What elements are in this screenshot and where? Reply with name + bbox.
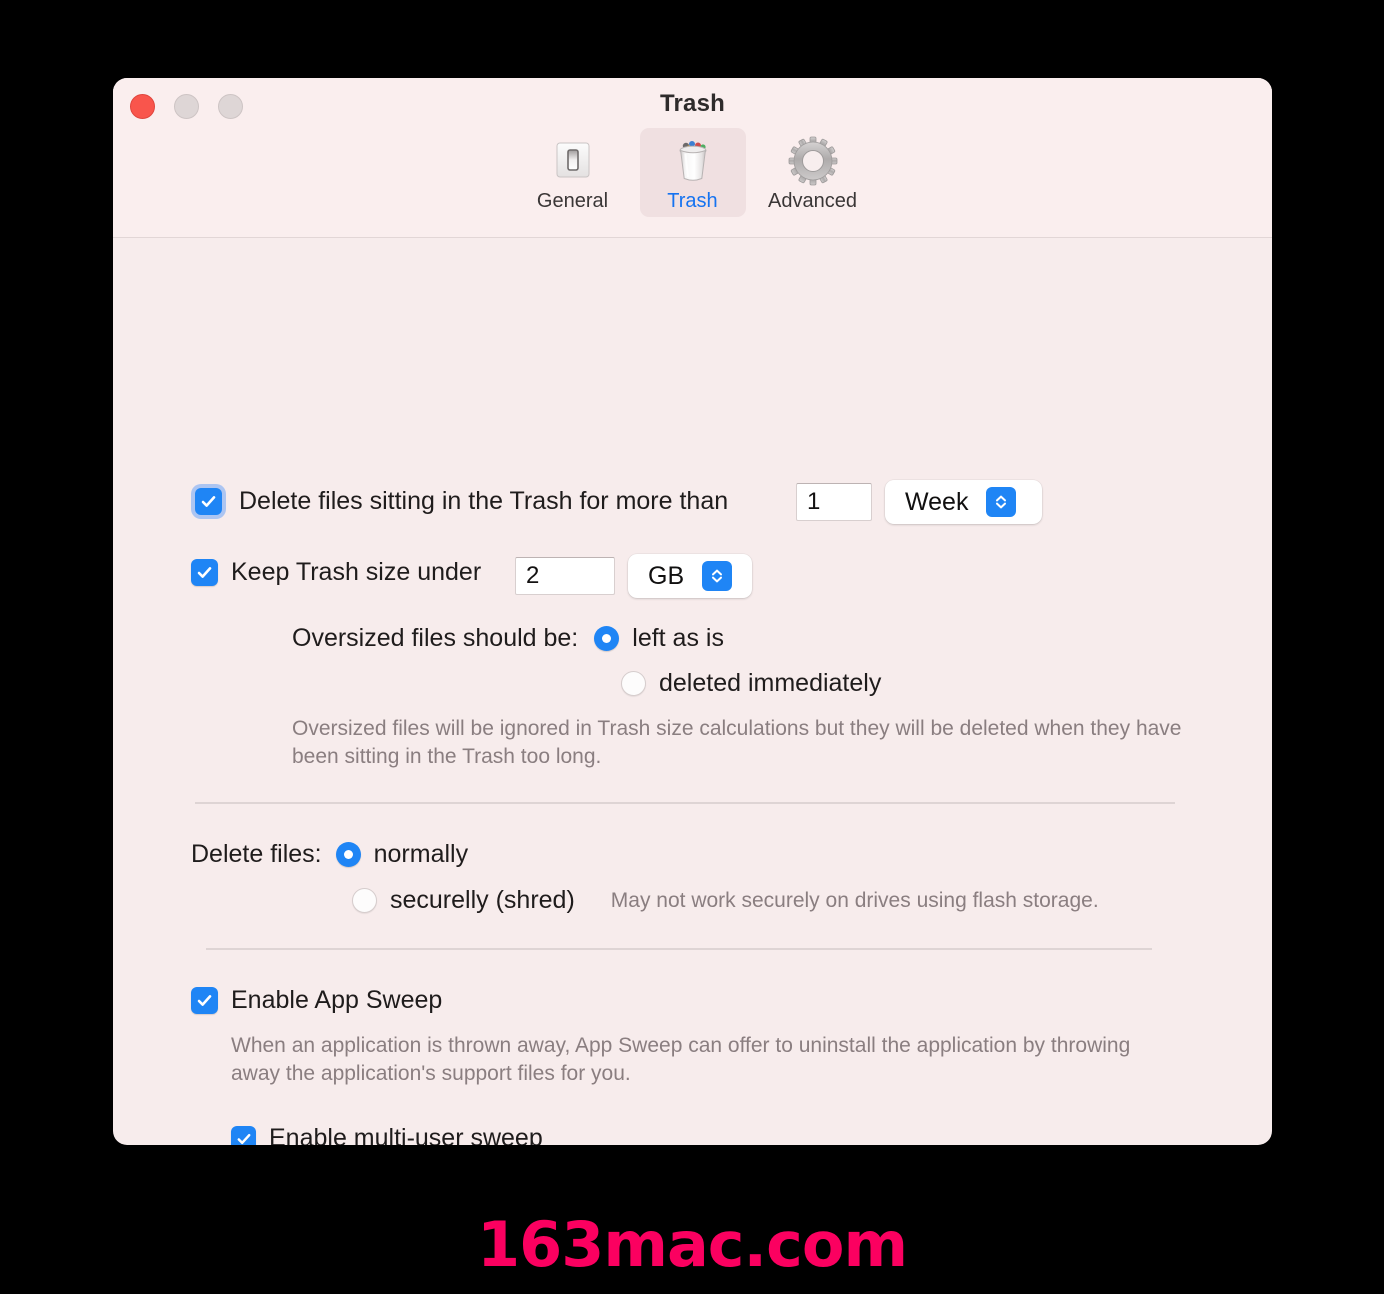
- chevron-up-down-icon: [702, 561, 733, 591]
- delete-mode-option-label: normally: [373, 840, 469, 868]
- toolbar-item-label: Trash: [667, 190, 718, 212]
- delete-mode-row-2: securelly (shred) May not work securely …: [352, 886, 1099, 915]
- section-separator-1: [195, 802, 1175, 804]
- preferences-content: Delete files sitting in the Trash for mo…: [113, 238, 1272, 1145]
- delete-mode-note: May not work securely on drives using fl…: [610, 888, 1099, 912]
- oversized-help-text: Oversized files will be ignored in Trash…: [292, 717, 1182, 769]
- preferences-window: Trash General Trash Advanced Delete file…: [113, 78, 1272, 1145]
- toolbar-item-trash[interactable]: Trash: [639, 128, 746, 217]
- chevron-up-down-icon: [986, 487, 1017, 517]
- section-separator-2: [206, 948, 1152, 950]
- trash-icon: [667, 135, 719, 187]
- delete-after-row: Delete files sitting in the Trash for mo…: [191, 484, 728, 519]
- delete-after-unit-value: Week: [905, 487, 969, 516]
- trash-size-unit-popup[interactable]: GB: [628, 554, 752, 598]
- multi-user-sweep-label: Enable multi-user sweep: [269, 1124, 543, 1145]
- delete-mode-option-label: securelly (shred): [390, 886, 575, 914]
- app-sweep-row: Enable App Sweep: [191, 986, 442, 1015]
- delete-after-checkbox-focus-ring: [191, 484, 226, 519]
- oversized-row-2: deleted immediately: [621, 669, 881, 698]
- delete-after-amount-input[interactable]: 1: [796, 483, 872, 521]
- trash-size-checkbox[interactable]: [191, 559, 218, 586]
- toolbar-item-label: Advanced: [768, 190, 857, 212]
- oversized-row-1: Oversized files should be: left as is: [292, 624, 724, 653]
- trash-size-unit-value: GB: [648, 561, 685, 590]
- window-titlebar: Trash General Trash Advanced: [113, 78, 1272, 238]
- oversized-radio-deleted-immediately[interactable]: [621, 671, 646, 696]
- toolbar-item-label: General: [536, 190, 609, 212]
- toolbar-item-advanced[interactable]: Advanced: [760, 128, 866, 217]
- switch-icon: [547, 135, 599, 187]
- app-sweep-label: Enable App Sweep: [231, 986, 443, 1014]
- app-sweep-checkbox[interactable]: [191, 987, 218, 1014]
- gear-icon: [787, 135, 839, 187]
- window-title: Trash: [659, 90, 726, 117]
- preferences-toolbar: General Trash Advanced: [113, 128, 1272, 217]
- site-watermark: 163mac.com: [476, 1208, 908, 1281]
- app-sweep-help-text: When an application is thrown away, App …: [231, 1034, 1131, 1086]
- trash-size-label: Keep Trash size under: [231, 558, 482, 586]
- oversized-radio-left-as-is[interactable]: [594, 626, 620, 651]
- delete-mode-radio-normally[interactable]: [335, 842, 361, 867]
- trash-size-row: Keep Trash size under: [191, 558, 481, 587]
- multi-user-sweep-checkbox[interactable]: [231, 1126, 256, 1145]
- delete-mode-label: Delete files:: [191, 840, 322, 868]
- delete-mode-row-1: Delete files: normally: [191, 840, 468, 869]
- delete-mode-radio-securely[interactable]: [352, 888, 377, 913]
- oversized-option-label: deleted immediately: [659, 669, 882, 697]
- oversized-option-label: left as is: [632, 624, 724, 652]
- delete-after-label: Delete files sitting in the Trash for mo…: [239, 487, 729, 515]
- delete-after-checkbox[interactable]: [195, 488, 222, 515]
- oversized-label: Oversized files should be:: [292, 624, 579, 652]
- multi-user-sweep-row: Enable multi-user sweep: [231, 1124, 543, 1145]
- toolbar-item-general[interactable]: General: [520, 128, 626, 217]
- delete-after-unit-popup[interactable]: Week: [885, 480, 1042, 524]
- trash-size-amount-input[interactable]: 2: [515, 557, 615, 595]
